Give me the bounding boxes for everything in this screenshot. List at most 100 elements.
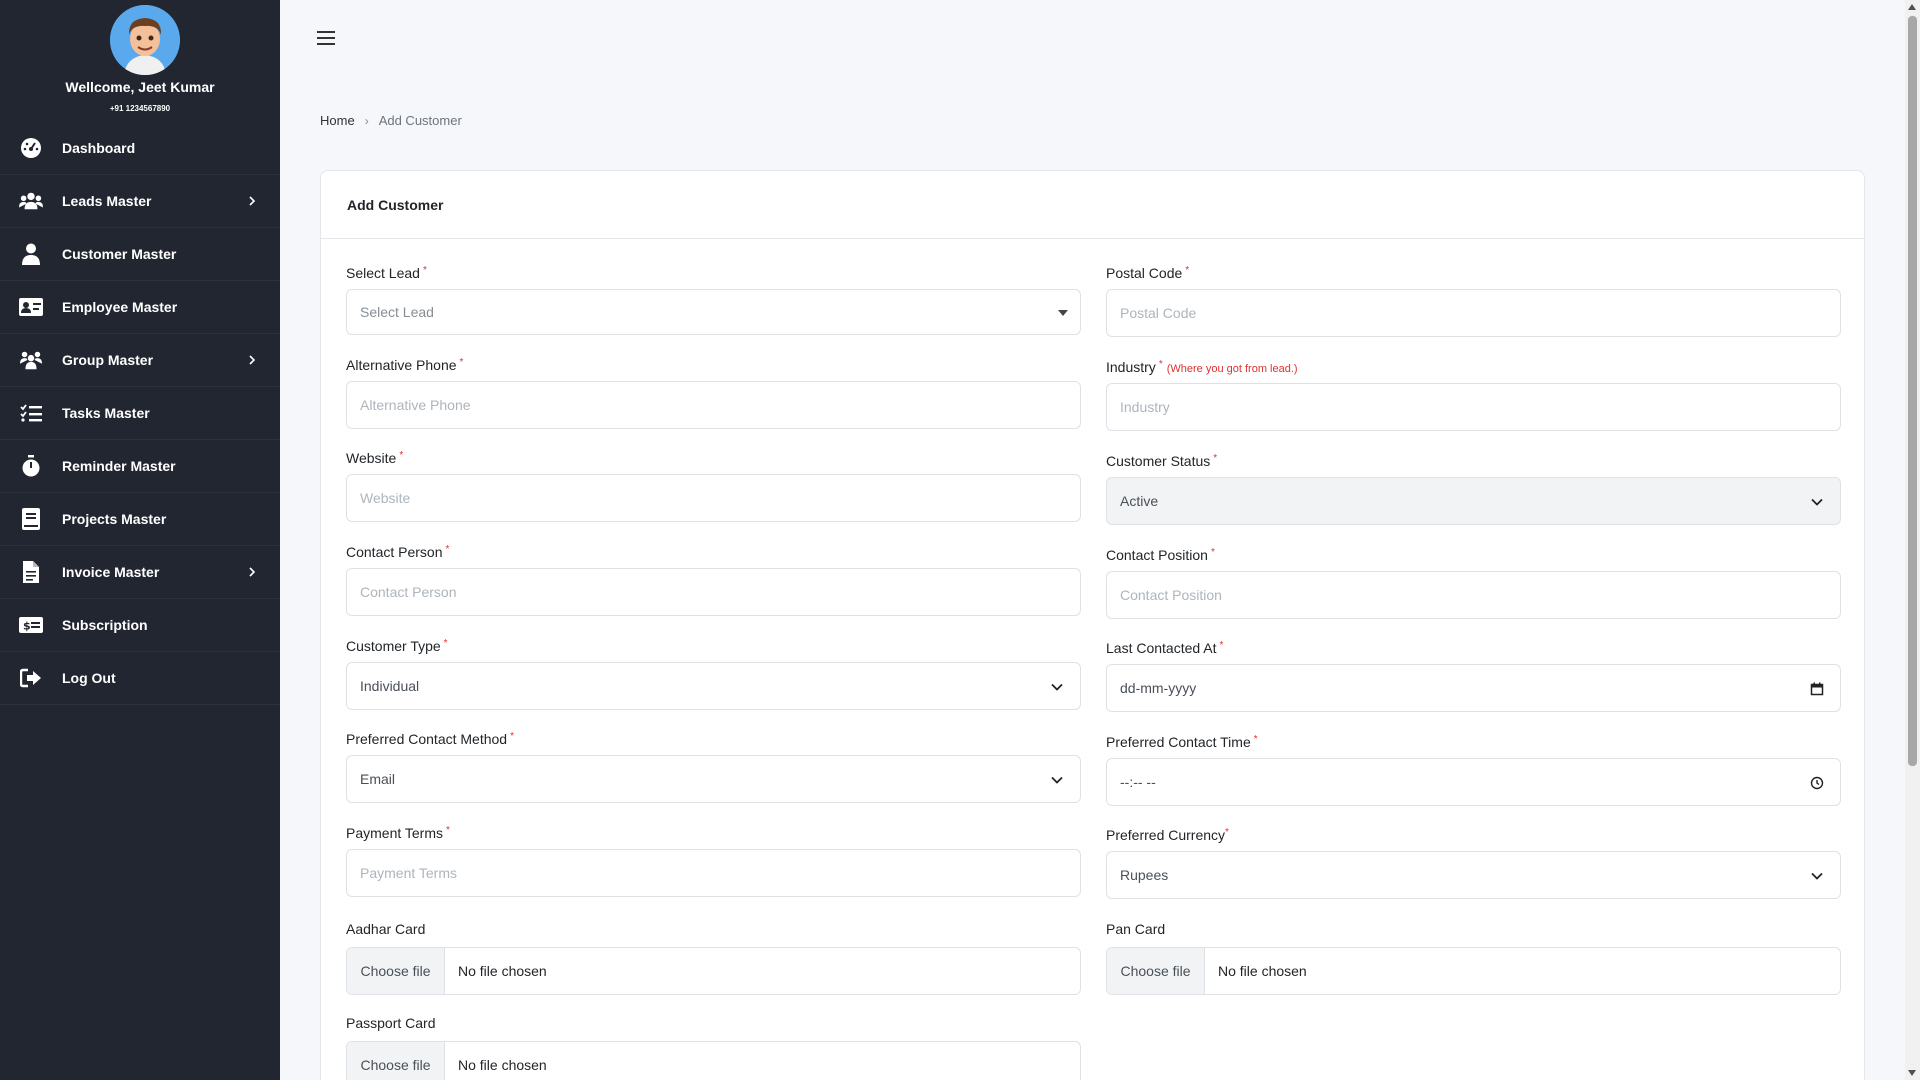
calendar-icon[interactable]	[1810, 682, 1824, 696]
customer-type-label: Customer Type *	[346, 638, 448, 654]
hamburger-menu-icon[interactable]	[316, 28, 336, 48]
sidebar: Wellcome, Jeet Kumar +91 1234567890 Dash…	[0, 0, 280, 1080]
profile-phone: +91 1234567890	[109, 104, 171, 113]
contact-position-label: Contact Position *	[1106, 547, 1215, 563]
sidebar-item-reminder-master[interactable]: Reminder Master	[0, 440, 280, 493]
sidebar-item-label: Invoice Master	[62, 564, 160, 580]
sidebar-item-label: Tasks Master	[62, 405, 150, 421]
page-scrollbar[interactable]	[1905, 0, 1920, 1080]
industry-label: Industry * (Where you got from lead.)	[1106, 359, 1298, 375]
chevron-down-icon	[1811, 872, 1823, 880]
customer-status-select[interactable]: Active	[1106, 477, 1841, 525]
sidebar-item-log-out[interactable]: Log Out	[0, 652, 280, 705]
file-status-text: No file chosen	[458, 1057, 547, 1073]
pan-card-file-input[interactable]: Choose file No file chosen	[1106, 947, 1841, 995]
contact-person-label: Contact Person *	[346, 544, 450, 560]
sidebar-item-label: Projects Master	[62, 511, 167, 527]
sidebar-item-label: Log Out	[62, 670, 116, 686]
chevron-down-icon	[1051, 776, 1063, 784]
users-icon	[19, 190, 43, 212]
welcome-text: Wellcome, Jeet Kumar	[65, 79, 215, 95]
file-icon	[19, 561, 43, 583]
sidebar-nav: Dashboard Leads Master Customer Master E…	[0, 122, 280, 705]
website-input[interactable]: Website	[346, 474, 1081, 522]
last-contacted-date-input[interactable]: dd-mm-yyyy	[1106, 664, 1841, 712]
id-card-icon	[19, 296, 43, 318]
aadhar-card-label: Aadhar Card	[346, 921, 426, 937]
chevron-right-icon	[249, 196, 256, 206]
contact-person-input[interactable]: Contact Person	[346, 568, 1081, 616]
dashboard-icon	[19, 137, 43, 159]
sidebar-item-label: Group Master	[62, 352, 154, 368]
sidebar-item-group-master[interactable]: Group Master	[0, 334, 280, 387]
preferred-contact-time-label: Preferred Contact Time *	[1106, 734, 1258, 750]
breadcrumb-separator: ›	[364, 113, 369, 128]
profile-block: Wellcome, Jeet Kumar +91 1234567890	[0, 0, 280, 118]
choose-file-button[interactable]: Choose file	[1107, 948, 1205, 994]
sidebar-item-label: Customer Master	[62, 246, 177, 262]
stopwatch-icon	[19, 455, 43, 477]
contact-position-input[interactable]: Contact Position	[1106, 571, 1841, 619]
sidebar-item-label: Dashboard	[62, 140, 136, 156]
industry-input[interactable]: Industry	[1106, 383, 1841, 431]
scroll-up-arrow-icon[interactable]	[1908, 4, 1916, 10]
sidebar-item-label: Leads Master	[62, 193, 152, 209]
sidebar-item-label: Reminder Master	[62, 458, 176, 474]
svg-text:$: $	[23, 620, 31, 633]
select-lead-placeholder: Select Lead	[360, 304, 434, 320]
preferred-contact-method-label: Preferred Contact Method *	[346, 731, 514, 747]
sidebar-item-customer-master[interactable]: Customer Master	[0, 228, 280, 281]
postal-code-label: Postal Code *	[1106, 265, 1190, 281]
aadhar-card-file-input[interactable]: Choose file No file chosen	[346, 947, 1081, 995]
postal-code-input[interactable]: Postal Code	[1106, 289, 1841, 337]
payment-terms-input[interactable]: Payment Terms	[346, 849, 1081, 897]
task-list-icon	[19, 402, 43, 424]
passport-card-label: Passport Card	[346, 1015, 436, 1031]
card-title: Add Customer	[321, 171, 1864, 239]
money-bill-icon: $	[19, 614, 43, 636]
select-lead-dropdown[interactable]: Select Lead	[346, 289, 1081, 335]
alternative-phone-label: Alternative Phone *	[346, 357, 464, 373]
user-icon	[19, 243, 43, 265]
customer-status-label: Customer Status *	[1106, 453, 1218, 469]
chevron-down-icon	[1811, 498, 1823, 506]
scroll-down-arrow-icon[interactable]	[1908, 1070, 1916, 1076]
chevron-right-icon	[249, 355, 256, 365]
alternative-phone-input[interactable]: Alternative Phone	[346, 381, 1081, 429]
last-contacted-label: Last Contacted At *	[1106, 640, 1224, 656]
file-status-text: No file chosen	[458, 963, 547, 979]
book-icon	[19, 508, 43, 530]
customer-type-select[interactable]: Individual	[346, 662, 1081, 710]
preferred-contact-method-select[interactable]: Email	[346, 755, 1081, 803]
preferred-currency-select[interactable]: Rupees	[1106, 851, 1841, 899]
passport-card-file-input[interactable]: Choose file No file chosen	[346, 1041, 1081, 1080]
sidebar-item-label: Subscription	[62, 617, 148, 633]
pan-card-label: Pan Card	[1106, 921, 1166, 937]
avatar	[110, 5, 180, 75]
breadcrumb-home-link[interactable]: Home	[320, 113, 355, 128]
sidebar-item-label: Employee Master	[62, 299, 178, 315]
add-customer-card: Add Customer Select Lead * Select Lead Po…	[320, 170, 1865, 1080]
sidebar-item-subscription[interactable]: $ Subscription	[0, 599, 280, 652]
group-icon	[19, 349, 43, 371]
sidebar-item-invoice-master[interactable]: Invoice Master	[0, 546, 280, 599]
caret-down-icon	[1058, 310, 1068, 316]
logout-icon	[19, 667, 43, 689]
choose-file-button[interactable]: Choose file	[347, 1042, 445, 1080]
preferred-contact-time-input[interactable]: --:-- --	[1106, 758, 1841, 806]
sidebar-item-leads-master[interactable]: Leads Master	[0, 175, 280, 228]
clock-icon[interactable]	[1810, 776, 1824, 790]
website-label: Website *	[346, 450, 404, 466]
sidebar-item-employee-master[interactable]: Employee Master	[0, 281, 280, 334]
scroll-thumb[interactable]	[1908, 16, 1917, 766]
chevron-down-icon	[1051, 683, 1063, 691]
choose-file-button[interactable]: Choose file	[347, 948, 445, 994]
sidebar-item-dashboard[interactable]: Dashboard	[0, 122, 280, 175]
breadcrumb: Home › Add Customer	[320, 113, 462, 128]
preferred-currency-label: Preferred Currency*	[1106, 827, 1229, 843]
select-lead-label: Select Lead *	[346, 265, 427, 281]
file-status-text: No file chosen	[1218, 963, 1307, 979]
breadcrumb-current: Add Customer	[378, 113, 462, 128]
sidebar-item-tasks-master[interactable]: Tasks Master	[0, 387, 280, 440]
sidebar-item-projects-master[interactable]: Projects Master	[0, 493, 280, 546]
